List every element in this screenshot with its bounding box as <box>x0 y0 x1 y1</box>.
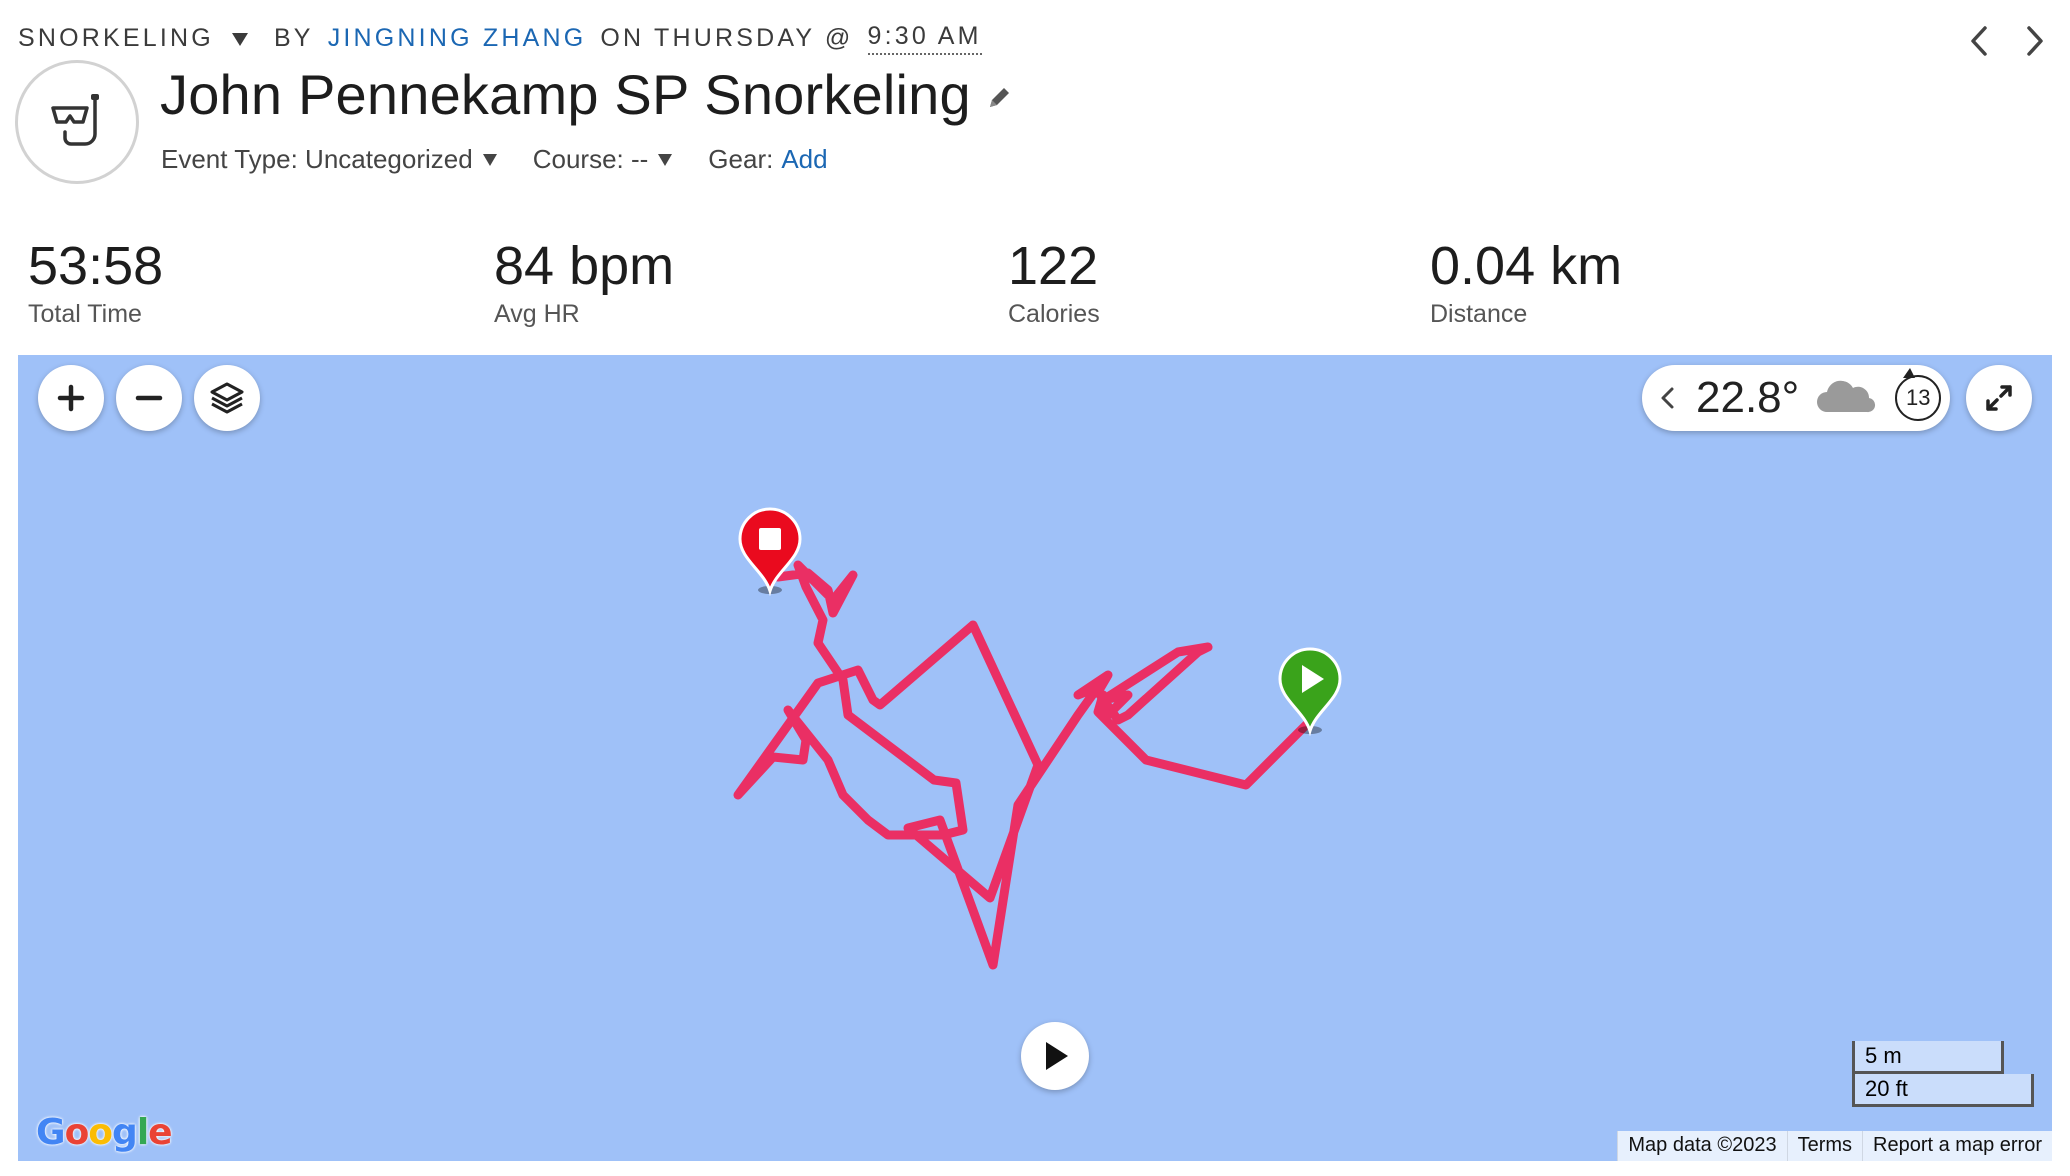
fullscreen-button[interactable] <box>1966 365 2032 431</box>
activity-breadcrumb: SNORKELING BY JINGNING ZHANG ON THURSDAY… <box>18 20 982 56</box>
add-gear-link[interactable]: Add <box>781 144 827 175</box>
activity-type-avatar <box>15 60 139 184</box>
stat-value: 84 bpm <box>494 236 675 296</box>
zoom-in-button[interactable] <box>38 365 104 431</box>
stat-value: 0.04 km <box>1430 236 1623 296</box>
play-route-button[interactable] <box>1021 1022 1089 1090</box>
activity-type-label[interactable]: SNORKELING <box>18 24 214 53</box>
chevron-left-icon[interactable] <box>1966 24 1992 58</box>
cloud-icon <box>1817 380 1876 413</box>
map-attribution: Map data ©2023 Terms Report a map error <box>1617 1131 2052 1161</box>
activity-meta: Event Type: Uncategorized Course: -- Gea… <box>161 144 864 175</box>
scale-metric: 5 m <box>1865 1043 1902 1068</box>
stat-label: Distance <box>1430 300 1528 328</box>
event-type-dropdown[interactable]: Event Type: Uncategorized <box>161 144 497 175</box>
snorkel-mask-icon <box>51 94 99 146</box>
wind-direction-icon: 13 <box>1895 368 1942 421</box>
google-logo[interactable]: Google <box>36 1112 173 1153</box>
activity-stats: 53:58 Total Time 84 bpm Avg HR 122 Calor… <box>0 236 2070 336</box>
terms-link[interactable]: Terms <box>1786 1131 1862 1161</box>
stat-calories: 122 Calories <box>1008 236 1100 329</box>
fullscreen-icon <box>1986 385 2012 411</box>
activity-type-dropdown-icon[interactable] <box>231 32 248 46</box>
by-label: BY <box>273 23 314 52</box>
map-layers-button[interactable] <box>194 365 260 431</box>
weather-temperature: 22.8° <box>1696 373 1800 422</box>
course-dropdown[interactable]: Course: -- <box>533 144 673 175</box>
event-type-label: Event Type: Uncategorized <box>161 144 473 174</box>
stat-label: Avg HR <box>494 300 580 328</box>
plus-icon <box>57 384 85 412</box>
activity-time[interactable]: 9:30 AM <box>867 22 982 55</box>
stat-value: 122 <box>1008 236 1099 296</box>
minus-icon <box>135 395 163 401</box>
course-label: Course: -- <box>532 144 649 174</box>
stat-avg-hr: 84 bpm Avg HR <box>494 236 674 329</box>
weather-widget[interactable]: 22.8° 13 <box>1642 365 1950 431</box>
scale-imperial: 20 ft <box>1865 1076 1908 1101</box>
map-data-credit[interactable]: Map data ©2023 <box>1617 1131 1786 1161</box>
report-map-error-link[interactable]: Report a map error <box>1862 1131 2052 1161</box>
author-link[interactable]: JINGNING ZHANG <box>328 24 587 53</box>
chevron-down-icon <box>482 153 497 166</box>
chevron-down-icon <box>658 153 673 166</box>
stat-value: 53:58 <box>28 236 164 296</box>
wind-speed: 13 <box>1905 385 1931 410</box>
stat-label: Total Time <box>28 300 142 328</box>
route-track <box>733 560 1313 970</box>
pencil-icon[interactable] <box>985 84 1013 112</box>
stat-total-time: 53:58 Total Time <box>28 236 163 329</box>
gear-field: Gear: Add <box>708 144 827 175</box>
activity-navigation <box>1966 24 2048 58</box>
route-map[interactable]: 22.8° 13 5 m 20 ft Google Map data ©2023… <box>18 355 2052 1161</box>
play-icon <box>1046 1042 1068 1070</box>
stat-label: Calories <box>1008 300 1100 328</box>
layers-icon <box>210 382 244 414</box>
start-marker[interactable] <box>1274 645 1346 737</box>
chevron-left-icon[interactable] <box>1654 383 1682 413</box>
map-scale: 5 m 20 ft <box>1852 1041 2034 1111</box>
title-row: John Pennekamp SP Snorkeling <box>160 62 1013 127</box>
activity-title[interactable]: John Pennekamp SP Snorkeling <box>160 62 971 127</box>
date-label: ON THURSDAY @ <box>600 23 854 52</box>
zoom-out-button[interactable] <box>116 365 182 431</box>
stat-distance: 0.04 km Distance <box>1430 236 1622 329</box>
end-marker[interactable] <box>734 505 806 597</box>
gear-label: Gear: <box>708 144 774 174</box>
chevron-right-icon[interactable] <box>2022 24 2048 58</box>
